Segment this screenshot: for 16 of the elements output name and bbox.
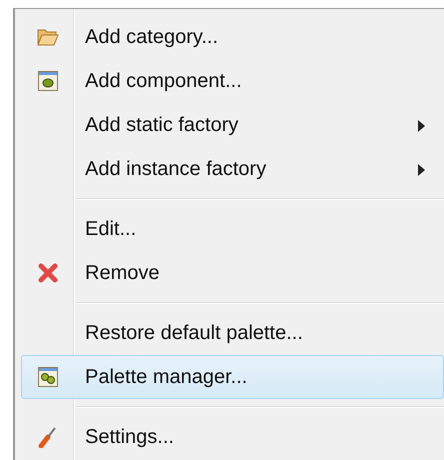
menu-item[interactable]: Palette manager... [21, 355, 444, 399]
close-icon [38, 263, 58, 283]
palette-icon [38, 367, 58, 387]
menu-item[interactable]: Remove [21, 251, 444, 295]
menu-item[interactable]: Add component... [21, 59, 444, 103]
submenu-arrow-icon [418, 120, 425, 132]
menu-item[interactable]: Settings... [21, 415, 444, 459]
menu-item[interactable]: Add static factory [21, 103, 444, 147]
folder-icon [37, 28, 59, 46]
submenu-arrow-icon [418, 164, 425, 176]
menu-item[interactable]: Add category... [21, 15, 444, 59]
menu-item[interactable]: Restore default palette... [21, 311, 444, 355]
screwdriver-icon [38, 426, 58, 448]
menu-item[interactable]: Add instance factory [21, 147, 444, 191]
component-icon [38, 71, 58, 91]
menu-item[interactable]: Edit... [21, 207, 444, 251]
